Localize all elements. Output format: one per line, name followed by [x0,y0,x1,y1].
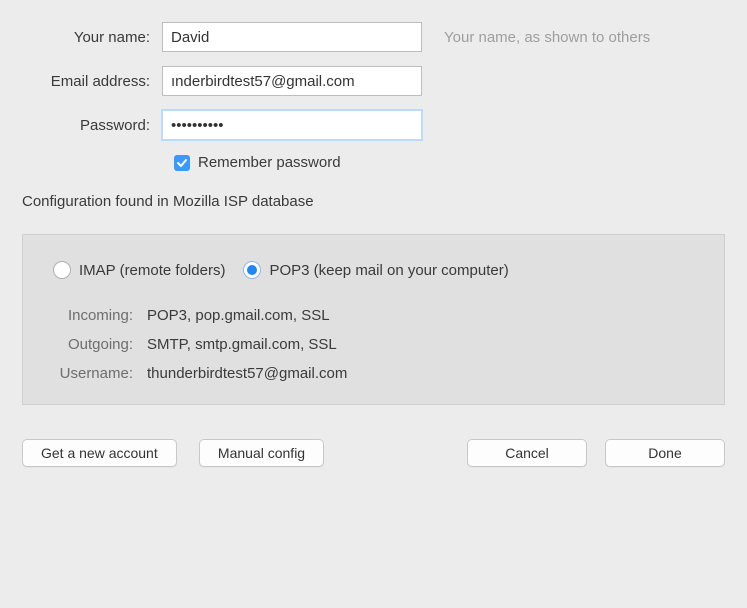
radio-unselected-icon [53,261,71,279]
email-input[interactable] [162,66,422,96]
name-hint: Your name, as shown to others [444,29,650,46]
outgoing-value: SMTP, smtp.gmail.com, SSL [147,336,337,353]
imap-radio[interactable]: IMAP (remote folders) [53,261,225,279]
username-label: Username: [47,365,147,382]
config-status: Configuration found in Mozilla ISP datab… [22,193,725,210]
checkmark-icon [176,157,188,169]
name-label: Your name: [22,29,162,46]
password-input[interactable] [162,110,422,140]
get-new-account-button[interactable]: Get a new account [22,439,177,467]
outgoing-label: Outgoing: [47,336,147,353]
incoming-label: Incoming: [47,307,147,324]
cancel-button[interactable]: Cancel [467,439,587,467]
radio-selected-icon [243,261,261,279]
username-value: thunderbirdtest57@gmail.com [147,365,347,382]
pop3-radio[interactable]: POP3 (keep mail on your computer) [243,261,508,279]
email-label: Email address: [22,73,162,90]
name-input[interactable] [162,22,422,52]
password-label: Password: [22,117,162,134]
done-button[interactable]: Done [605,439,725,467]
remember-password-label: Remember password [198,154,341,171]
manual-config-button[interactable]: Manual config [199,439,324,467]
remember-password-checkbox[interactable] [174,155,190,171]
imap-radio-label: IMAP (remote folders) [79,262,225,279]
incoming-value: POP3, pop.gmail.com, SSL [147,307,330,324]
pop3-radio-label: POP3 (keep mail on your computer) [269,262,508,279]
server-settings-panel: IMAP (remote folders) POP3 (keep mail on… [22,234,725,405]
